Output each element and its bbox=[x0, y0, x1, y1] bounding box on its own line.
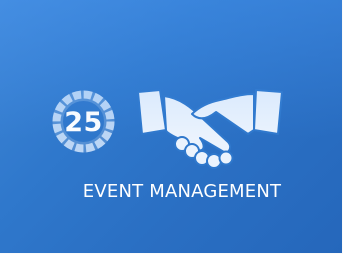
event-management-tile[interactable]: 25 EVENT MANAGEMENT bbox=[0, 0, 342, 253]
tile-title: EVENT MANAGEMENT bbox=[82, 181, 282, 202]
count-badge: 25 bbox=[50, 88, 117, 155]
handshake-icon bbox=[137, 89, 283, 169]
badge-count: 25 bbox=[64, 106, 103, 138]
